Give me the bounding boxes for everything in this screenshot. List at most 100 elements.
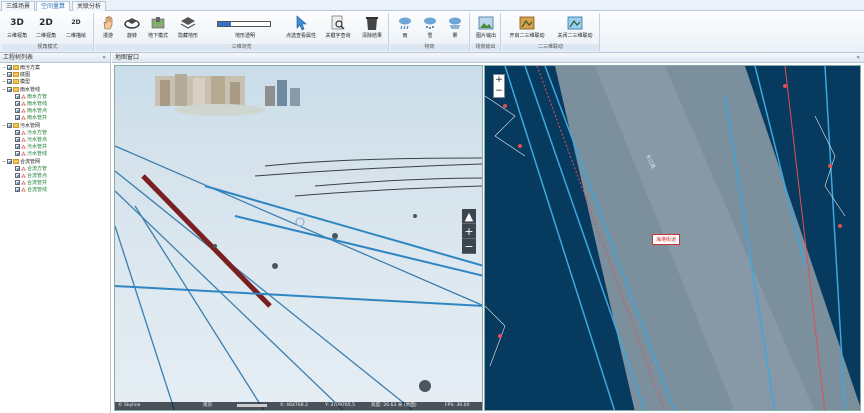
map-window: 地图窗口 « ▲ + − © Skyline 南京 X: 464768.2 Y:… [112,53,864,413]
layer-checkbox[interactable] [15,165,20,171]
layer-checkbox[interactable] [15,144,20,150]
enable-2d3d-link-button[interactable]: 开启二三维联动 [504,14,550,43]
layer-checkbox[interactable] [7,65,12,70]
tab-bar: 三维场景 空间量算 关联分析 [0,0,864,11]
compass-icon[interactable]: ▲ [462,209,476,224]
pick-attribute-button[interactable]: 点选查看属性 [285,14,317,43]
status-brand: © Skyline [118,403,141,408]
collapse-left-icon[interactable]: « [102,53,106,63]
zoom-in-2d-button[interactable]: + [494,75,504,86]
3d-scene-view[interactable]: ▲ + − © Skyline 南京 X: 464768.2 Y: 370976… [114,65,483,411]
tree-layer[interactable]: ⁂污水管线 [10,151,47,158]
rotate-icon [124,18,140,29]
layer-checkbox[interactable] [15,180,20,186]
pan-button[interactable]: 漫游 [97,14,119,43]
tree-layer[interactable]: ⁂雨水管井 [10,115,47,122]
underground-icon [151,17,165,29]
layer-checkbox[interactable] [7,72,12,78]
group-label-effects: 特效 [390,44,469,51]
2d-zoom-control: + − [493,74,505,98]
layer-checkbox[interactable] [7,86,12,92]
group-effects: 雨 雪 雾 特效 [390,13,470,51]
group-label-view-mode: 视角模式 [2,44,93,51]
tree-folder[interactable]: − 雨水管线 [2,86,40,94]
layer-checkbox[interactable] [7,158,12,164]
zoom-out-2d-button[interactable]: − [494,86,504,97]
map-window-header: 地图窗口 « [112,53,864,63]
3d-status-bar: © Skyline 南京 X: 464768.2 Y: 3709765.5 高度… [115,402,482,410]
image-export-icon [478,16,494,30]
layer-checkbox[interactable] [15,129,20,135]
ribbon-toolbar: 3D 三维视角 2D 二维视角 2D 二维描绘 视角模式 漫游 旋转 地下模式 … [0,11,864,53]
layer-checkbox[interactable] [15,137,20,142]
tree-folder[interactable]: − 雨污方案 [2,65,40,72]
tree-layer[interactable]: ⁂合流管点 [10,173,47,180]
status-x: X: 464768.2 [280,403,309,408]
image-export-button[interactable]: 图片输出 [474,14,498,43]
tree-item-label: 污水方管 [27,129,48,136]
tree-item-label: 雨水方管 [27,93,48,100]
link-off-icon [567,16,583,30]
cursor-icon [296,15,307,31]
fog-button[interactable]: 雾 [444,14,466,43]
rain-button[interactable]: 雨 [394,14,416,43]
zoom-in-3d-button[interactable]: + [462,224,476,239]
tree-item-label: 合流管井 [27,180,48,187]
map-place-label: 海港街道 [652,234,681,245]
snow-button[interactable]: 雪 [419,14,441,43]
disable-2d3d-link-button[interactable]: 关闭二三维联动 [552,14,598,43]
tab-3d-scene[interactable]: 三维场景 [1,1,36,11]
project-tree-panel: 工程树列表 « − 雨污方案 − 底图 − 模型 − 雨水管线 ⁂雨水方管 ⁂雨水管线 ⁂雨水管点 ⁂… [0,53,111,413]
2d-map-view[interactable]: + − 海港街道 长江路 [484,65,861,411]
layer-checkbox[interactable] [15,108,20,114]
tree-item-label: 合流管线 [27,187,48,194]
tab-measure[interactable]: 空间量算 [36,1,71,11]
trash-icon [366,17,378,30]
layer-checkbox[interactable] [15,151,20,157]
fog-icon [449,17,461,29]
status-fps: FPS: 30.00 [445,403,470,408]
hide-terrain-button[interactable]: 隐藏地形 [175,14,201,43]
project-tree: − 雨污方案 − 底图 − 模型 − 雨水管线 ⁂雨水方管 ⁂雨水管线 ⁂雨水管点 ⁂雨水管井 − 污水管… [0,65,110,205]
3d-view-button[interactable]: 3D 三维视角 [5,14,29,43]
tree-layer[interactable]: ⁂合流方管 [10,165,47,173]
zoom-out-3d-button[interactable]: − [462,239,476,254]
tree-item-label: 雨水管井 [27,115,48,122]
tree-layer[interactable]: ⁂污水管点 [10,137,47,144]
2d-text-icon: 2D [39,18,53,28]
layer-checkbox[interactable] [15,101,20,106]
layer-checkbox[interactable] [15,115,20,121]
status-layer: 南京 [203,403,213,408]
hand-icon [103,16,113,30]
tree-item-label: 模型 [20,79,31,86]
collapse-right-icon[interactable]: « [856,53,860,63]
keyword-search-button[interactable]: 关键字查询 [323,14,353,43]
terrain-transparency-slider[interactable] [217,21,271,27]
terrain-transparency: 地形透明 [207,13,283,43]
layer-checkbox[interactable] [15,187,20,193]
rotate-button[interactable]: 旋转 [121,14,143,43]
tree-item-label: 合流管点 [27,173,48,179]
group-2d3d-link: 开启二三维联动 关闭二三维联动 二三维联动 [502,13,600,51]
group-label-2d3d-link: 二三维联动 [502,44,599,51]
tree-folder[interactable]: − 模型 [2,79,30,86]
layer-checkbox[interactable] [15,173,20,178]
clear-results-button[interactable]: 清除结果 [359,14,385,43]
tree-layer[interactable]: ⁂雨水管线 [10,101,47,108]
tab-analysis[interactable]: 关联分析 [72,1,107,11]
link-on-icon [519,16,535,30]
layer-checkbox[interactable] [15,93,20,99]
tree-layer[interactable]: ⁂污水方管 [10,129,48,137]
tree-folder[interactable]: − 合流管网 [2,158,41,166]
tree-item-label: 雨水管点 [27,108,48,115]
tree-item-label: 合流管网 [20,158,41,165]
layer-checkbox[interactable] [7,122,12,128]
tree-folder[interactable]: − 污水管网 [2,122,40,130]
tree-layer[interactable]: ⁂雨水方管 [10,93,48,101]
underground-mode-button[interactable]: 地下模式 [145,14,171,43]
2d-view-button[interactable]: 2D 二维视角 [34,14,58,43]
2d-draw-button[interactable]: 2D 二维描绘 [64,14,88,43]
layer-checkbox[interactable] [7,79,12,85]
group-label-scene-output: 场景输出 [471,44,500,51]
tree-layer[interactable]: ⁂合流管线 [10,187,47,194]
